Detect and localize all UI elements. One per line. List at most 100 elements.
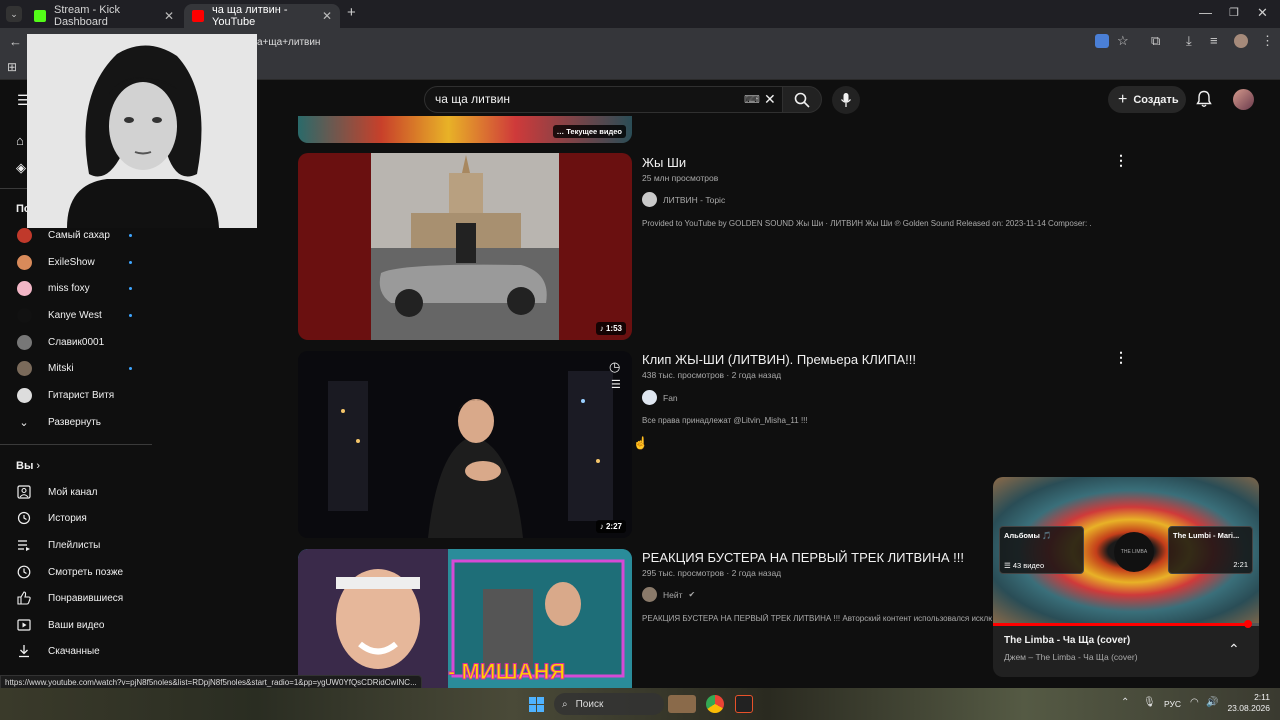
end-card-video[interactable]: The Lumbi - Mari... 2:21 <box>1168 526 1253 574</box>
close-tab-icon[interactable]: ✕ <box>164 9 174 23</box>
translate-icon[interactable] <box>1095 34 1109 48</box>
miniplayer-title[interactable]: The Limba - Ча Ща (cover) <box>1004 635 1130 646</box>
create-button[interactable]: + Создать <box>1108 86 1186 113</box>
tab-kick-dashboard[interactable]: Stream - Kick Dashboard ✕ <box>26 4 182 28</box>
voice-search-button[interactable] <box>832 86 860 114</box>
sidebar-channel-miss-foxy[interactable]: miss foxy <box>0 275 152 301</box>
tab-youtube[interactable]: ча ща литвин - YouTube ✕ <box>184 4 340 28</box>
channel-name: Mitski <box>48 362 74 374</box>
channel-avatar <box>16 227 32 243</box>
result-thumbnail[interactable]: ◷ ☰ ♪ 2:27 <box>298 351 632 538</box>
status-bar-url: https://www.youtube.com/watch?v=pjN8f5no… <box>0 675 422 689</box>
windows-start-icon[interactable] <box>529 697 544 717</box>
result-channel[interactable]: ЛИТВИН - Topic <box>642 192 725 207</box>
close-window-icon[interactable]: ✕ <box>1257 5 1268 21</box>
result-meta: 295 тыс. просмотров · 2 года назад <box>642 568 782 578</box>
taskbar-clock[interactable]: 2:11 23.08.2026 <box>1224 692 1270 714</box>
taskbar-widget-icon[interactable] <box>668 695 696 713</box>
add-to-queue-icon[interactable]: ☰ <box>611 378 621 391</box>
result-title[interactable]: РЕАКЦИЯ БУСТЕРА НА ПЕРВЫЙ ТРЕК ЛИТВИНА !… <box>642 550 964 565</box>
app-taskbar-icon[interactable] <box>735 695 753 713</box>
clear-search-icon[interactable]: ✕ <box>764 91 776 108</box>
sidebar-item-label: Ваши видео <box>48 619 105 631</box>
tab-title: ча ща литвин - YouTube <box>212 4 288 28</box>
result-channel[interactable]: Нейт ✔ <box>642 587 695 602</box>
sidebar-item-your-videos[interactable]: Ваши видео <box>0 612 152 638</box>
new-content-dot <box>129 366 132 370</box>
new-tab-button[interactable]: + <box>347 5 356 21</box>
extensions-icon[interactable]: ⧉ <box>1151 33 1160 49</box>
result-thumbnail[interactable]: - МИШАНЯ <box>298 549 632 688</box>
sidebar-expand[interactable]: ⌄ Развернуть <box>0 409 152 435</box>
channel-avatar <box>16 387 32 403</box>
watch-later-icon[interactable]: ◷ <box>609 359 620 375</box>
end-card-playlist[interactable]: Альбомы 🎵 ☰ 43 видео <box>999 526 1084 574</box>
tab-search-icon[interactable]: ⌄ <box>6 6 22 22</box>
miniplayer-video[interactable]: THE LIMBA Альбомы 🎵 ☰ 43 видео The Lumbi… <box>993 477 1259 625</box>
duration-text: 2:27 <box>605 522 622 531</box>
wifi-icon[interactable]: ◠ <box>1190 697 1199 708</box>
menu-dots-icon[interactable]: ⋮ <box>1261 33 1274 49</box>
expand-label: Развернуть <box>48 416 102 428</box>
chevron-down-icon: ⌄ <box>19 416 29 429</box>
sidebar-channel-exileshow[interactable]: ExileShow <box>0 249 152 275</box>
minimize-icon[interactable]: — <box>1199 5 1212 21</box>
home-icon[interactable]: ⌂ <box>16 133 24 148</box>
sidebar-item-downloads[interactable]: Скачанные <box>0 638 152 664</box>
more-actions-icon[interactable]: ⋮ <box>1114 152 1128 169</box>
media-control-icon[interactable]: ≡ <box>1210 33 1218 49</box>
sidebar-channel-slavik0001[interactable]: Славик0001 <box>0 329 152 355</box>
account-avatar[interactable] <box>1233 89 1254 110</box>
sidebar-channel-kanye-west[interactable]: Kanye West <box>0 302 152 328</box>
result-thumbnail[interactable]: ♪ 1:53 <box>298 153 632 340</box>
notifications-bell-icon[interactable] <box>1196 90 1212 108</box>
chrome-taskbar-icon[interactable] <box>706 695 724 713</box>
progress-knob[interactable] <box>1244 620 1253 628</box>
apps-grid-icon[interactable]: ⊞ <box>7 59 17 75</box>
tray-mic-icon[interactable]: 🎙 <box>1143 697 1156 708</box>
sidebar-item-my-channel[interactable]: Мой канал <box>0 479 152 505</box>
url-text[interactable]: а+ща+литвин <box>257 35 320 51</box>
sidebar-item-history[interactable]: История <box>0 505 152 531</box>
new-content-dot <box>129 313 132 317</box>
sidebar-channel-gitarist-vitya[interactable]: Гитарист Витя <box>0 382 152 408</box>
expand-miniplayer-icon[interactable]: ⌃ <box>1228 641 1240 658</box>
current-video-thumbnail[interactable]: … Текущее видео <box>298 116 632 143</box>
miniplayer-progress-bar[interactable] <box>993 620 1259 628</box>
result-title[interactable]: Клип ЖЫ-ШИ (ЛИТВИН). Премьера КЛИПА!!! <box>642 352 916 367</box>
more-actions-icon[interactable]: ⋮ <box>1114 349 1128 366</box>
search-input[interactable] <box>435 92 735 106</box>
miniplayer[interactable]: THE LIMBA Альбомы 🎵 ☰ 43 видео The Lumbi… <box>993 477 1259 677</box>
webcam-person-image <box>27 34 257 228</box>
you-section-title[interactable]: Вы › <box>16 460 40 472</box>
bookmark-star-icon[interactable]: ☆ <box>1117 33 1129 49</box>
sidebar-channel-mitski[interactable]: Mitski <box>0 355 152 381</box>
mouse-cursor-icon: ☝ <box>633 436 648 450</box>
keyboard-icon[interactable]: ⌨ <box>744 93 760 106</box>
thumbnail-caption: - МИШАНЯ <box>447 659 566 685</box>
channel-name: miss foxy <box>48 282 90 294</box>
profile-avatar-icon[interactable] <box>1234 34 1248 48</box>
shorts-icon[interactable]: ◈ <box>16 160 26 176</box>
result-title[interactable]: Жы Ши <box>642 155 686 170</box>
sidebar-divider <box>0 444 152 445</box>
sidebar-item-playlists[interactable]: Плейлисты <box>0 532 152 558</box>
taskbar-search[interactable]: ⌕ Поиск <box>554 693 664 715</box>
back-icon[interactable]: ← <box>9 34 22 50</box>
search-button[interactable] <box>782 86 822 113</box>
tab-title: Stream - Kick Dashboard <box>54 4 121 28</box>
volume-icon[interactable]: 🔊 <box>1206 697 1218 708</box>
tray-chevron-icon[interactable]: ⌃ <box>1121 697 1129 708</box>
result-channel[interactable]: Fan <box>642 390 678 405</box>
sidebar-item-liked[interactable]: Понравившиеся <box>0 585 152 611</box>
restore-icon[interactable]: ❐ <box>1229 5 1239 21</box>
download-icon <box>16 643 32 659</box>
sidebar-item-watch-later[interactable]: Смотреть позже <box>0 559 152 585</box>
download-icon[interactable]: ⤓ <box>1186 33 1192 49</box>
new-content-dot <box>129 286 132 290</box>
end-card-title: Альбомы 🎵 <box>1004 531 1052 540</box>
close-tab-icon[interactable]: ✕ <box>322 9 332 23</box>
language-indicator[interactable]: РУС <box>1164 699 1181 709</box>
search-box[interactable]: ⌨ ✕ <box>424 86 786 113</box>
sidebar-item-label: История <box>48 512 87 524</box>
